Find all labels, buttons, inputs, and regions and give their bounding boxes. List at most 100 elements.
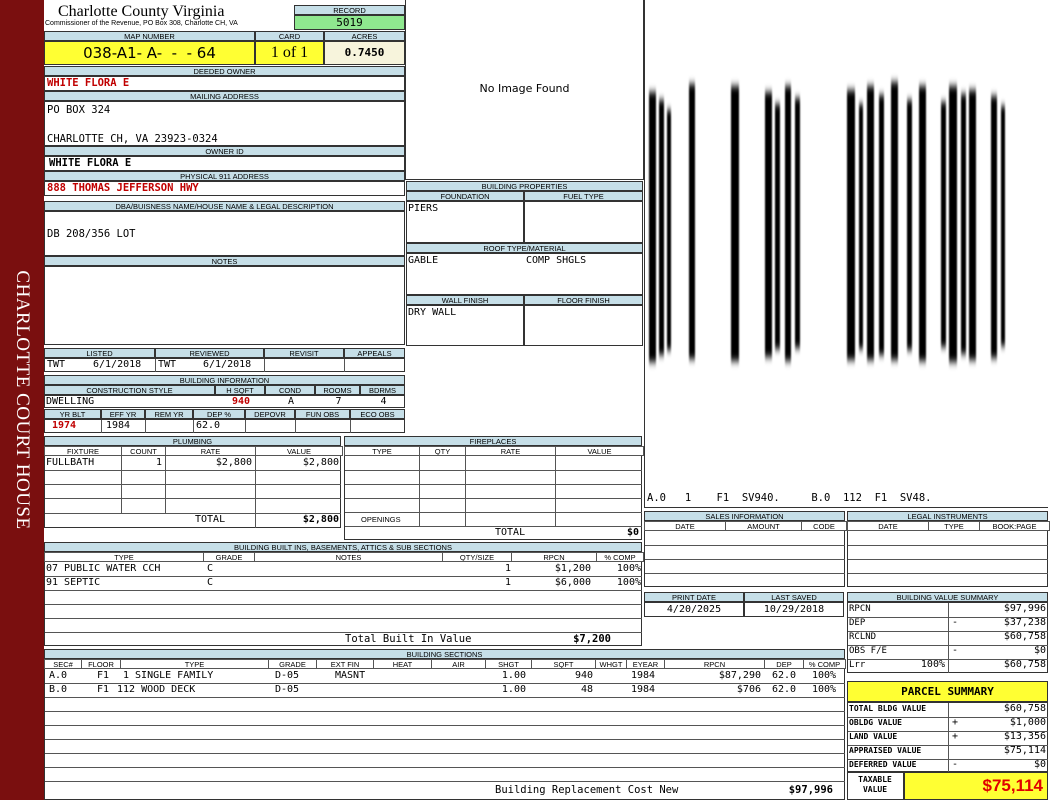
plumbing-total: $2,800 [302, 514, 339, 525]
reviewed-label: REVIEWED [155, 348, 264, 358]
roof-box: GABLE COMP SHGLS [406, 253, 643, 295]
built-ins-header-notes: NOTES [254, 552, 443, 562]
mailing-address-box: PO BOX 324 CHARLOTTE CH, VA 23923-0324 [44, 101, 405, 146]
effyr-label: EFF YR [101, 409, 145, 419]
vs-obs-value: $0 [1033, 645, 1046, 656]
built-ins-header-type: TYPE [44, 552, 204, 562]
record-label: RECORD [294, 5, 405, 15]
wall-finish-value: DRY WALL [408, 307, 457, 318]
ecoobs-label: ECO OBS [350, 409, 405, 419]
sales-title: SALES INFORMATION [644, 511, 845, 521]
built-in-1-qty: 1 [504, 563, 511, 574]
ps-obldg-value: $1,000 [1009, 717, 1046, 728]
built-in-1-comp: 100% [616, 563, 641, 574]
ps-land-value: $13,356 [1003, 731, 1046, 742]
sec-b-type: 112 WOOD DECK [117, 684, 196, 695]
fireplace-total: $0 [626, 527, 639, 538]
sec-header-shgt: SHGT [485, 659, 532, 669]
sales-table: DATE AMOUNT CODE [644, 521, 847, 587]
physical-address: 888 THOMAS JEFFERSON HWY [47, 182, 199, 194]
card-value: 1 of 1 [255, 41, 324, 65]
mailing-line-2: CHARLOTTE CH, VA 23923-0324 [47, 133, 218, 145]
cond-value: A [287, 396, 295, 407]
no-image-text: No Image Found [479, 82, 570, 95]
fireplace-total-label: TOTAL [495, 527, 526, 538]
fireplace-openings-label: OPENINGS [361, 515, 401, 524]
reviewed-by: TWT [158, 359, 177, 370]
sec-b-grade: D-05 [275, 684, 300, 695]
sec-header-sec: SEC# [44, 659, 82, 669]
sidebar: CHARLOTTE COURT HOUSE [0, 0, 44, 800]
ps-total-bldg-value: $60,758 [1003, 703, 1046, 714]
last-saved-label: LAST SAVED [744, 592, 844, 602]
deeded-owner-label: DEEDED OWNER [44, 66, 405, 76]
listed-by: TWT [47, 359, 66, 370]
built-ins-title: BUILDING BUILT INS, BASEMENTS, ATTICS & … [44, 542, 642, 552]
built-ins-table: TYPE GRADE NOTES QTY/SIZE RPCN % COMP 07… [44, 552, 644, 646]
sidebar-title: CHARLOTTE COURT HOUSE [12, 270, 33, 530]
remyr-label: REM YR [145, 409, 193, 419]
replacement-cost-label: Building Replacement Cost New [495, 784, 679, 796]
foundation-value: PIERS [408, 203, 439, 214]
sec-b-shgt: 1.00 [501, 684, 526, 695]
vs-lrr-value: $60,758 [1003, 659, 1046, 670]
vs-dep-value: $37,238 [1003, 617, 1046, 628]
yrblt-value: 1974 [52, 420, 77, 431]
building-info-row1: DWELLING 940 A 7 4 [44, 395, 405, 408]
sec-a-shgt: 1.00 [501, 670, 526, 681]
depovr-label: DEPOVR [245, 409, 295, 419]
built-in-1-grade: C [207, 563, 214, 574]
value-summary-table: RPCN $97,996 DEP - $37,238 RCLND $60,758… [847, 602, 1048, 673]
sec-header-comp: % COMP [803, 659, 846, 669]
reviewed-date: 6/1/2018 [203, 359, 252, 370]
built-in-2-type: 91 SEPTIC [46, 577, 101, 588]
sec-a-ext: MASNT [335, 670, 366, 681]
print-date-label: PRINT DATE [644, 592, 744, 602]
sec-header-grade: GRADE [268, 659, 317, 669]
revisit-label: REVISIT [264, 348, 344, 358]
taxable-value: $75,114 [982, 776, 1043, 795]
vs-rclnd-label: RCLND [849, 632, 877, 642]
sections-table: SEC# FLOOR TYPE GRADE EXT FIN HEAT AIR S… [44, 659, 846, 800]
wall-finish-box: DRY WALL [406, 305, 524, 346]
fuel-type-box [524, 201, 643, 243]
sec-header-eyear: EYEAR [626, 659, 665, 669]
dba-text: DB 208/356 LOT [47, 228, 136, 240]
built-in-2-comp: 100% [616, 577, 641, 588]
built-in-2-grade: C [207, 577, 214, 588]
legal-table: DATE TYPE BOOK:PAGE [847, 521, 1050, 587]
sec-a-dep: 62.0 [772, 670, 797, 681]
parcel-summary-title: PARCEL SUMMARY [847, 681, 1048, 702]
fireplaces-title: FIREPLACES [344, 436, 642, 446]
taxable-value-box: $75,114 [904, 772, 1048, 800]
dep-label: DEP % [193, 409, 245, 419]
plumbing-rate: $2,800 [215, 457, 252, 468]
sec-b-sec: B.0 [49, 684, 68, 695]
yrblt-label: YR BLT [44, 409, 101, 419]
built-ins-header-grade: GRADE [203, 552, 255, 562]
sec-a-sqft: 940 [574, 670, 593, 681]
dba-label: DBA/BUISNESS NAME/HOUSE NAME & LEGAL DES… [44, 201, 405, 211]
ps-land-label: LAND VALUE [849, 732, 898, 741]
bdrms-label: BDRMS [360, 385, 405, 395]
fireplace-header-type: TYPE [344, 446, 420, 456]
roof-type-value: GABLE [408, 255, 439, 266]
dba-box: DB 208/356 LOT [44, 211, 405, 256]
notes-label: NOTES [44, 256, 405, 266]
map-number: 038-A1- A- - - 64 [44, 41, 255, 65]
sketch-caption: A.0 1 F1 SV940. B.0 112 F1 SV48. [647, 492, 932, 504]
print-date: 4/20/2025 [644, 602, 744, 617]
sec-a-floor: F1 [97, 670, 110, 681]
plumbing-total-label: TOTAL [195, 514, 226, 525]
ps-deferred-value: $0 [1033, 759, 1046, 770]
foundation-label: FOUNDATION [406, 191, 524, 201]
rooms-label: ROOMS [315, 385, 360, 395]
sec-header-air: AIR [431, 659, 486, 669]
county-title: Charlotte County Virginia [58, 3, 225, 20]
ps-obldg-label: OBLDG VALUE [849, 718, 902, 727]
vs-lrr-pct: 100% [920, 659, 945, 670]
physical-address-box: 888 THOMAS JEFFERSON HWY [44, 181, 405, 196]
sec-b-rpcn: $706 [736, 684, 761, 695]
fireplace-header-rate: RATE [465, 446, 556, 456]
sec-a-rpcn: $87,290 [718, 670, 761, 681]
